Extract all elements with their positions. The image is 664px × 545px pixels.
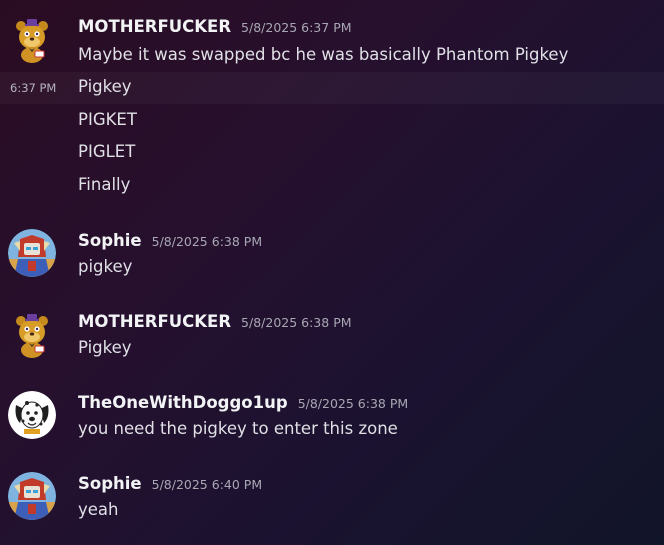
- message-line[interactable]: 6:37 PM Pigkey: [0, 72, 664, 104]
- message-text: you need the pigkey to enter this zone: [78, 419, 398, 438]
- username[interactable]: MOTHERFUCKER: [78, 17, 231, 36]
- message-text: Maybe it was swapped bc he was basically…: [78, 45, 569, 64]
- message-line[interactable]: you need the pigkey to enter this zone: [0, 414, 664, 446]
- message-line[interactable]: Finally: [0, 170, 664, 202]
- message-line[interactable]: yeah: [0, 495, 664, 527]
- username[interactable]: Sophie: [78, 231, 142, 250]
- message-timestamp[interactable]: 5/8/2025 6:37 PM: [241, 20, 351, 35]
- message-header: MOTHERFUCKER 5/8/2025 6:38 PM: [78, 312, 352, 334]
- message-text: yeah: [78, 500, 119, 519]
- message-line[interactable]: Pigkey: [0, 333, 664, 365]
- message-timestamp[interactable]: 5/8/2025 6:40 PM: [152, 477, 262, 492]
- message-header: TheOneWithDoggo1up 5/8/2025 6:38 PM: [78, 393, 408, 415]
- message-text: Finally: [78, 175, 131, 194]
- message-header: Sophie 5/8/2025 6:40 PM: [78, 474, 262, 496]
- message-line[interactable]: Maybe it was swapped bc he was basically…: [0, 40, 664, 72]
- username[interactable]: Sophie: [78, 474, 142, 493]
- message-header: Sophie 5/8/2025 6:38 PM: [78, 231, 262, 253]
- message-text: PIGLET: [78, 142, 136, 161]
- message-timestamp[interactable]: 5/8/2025 6:38 PM: [241, 315, 351, 330]
- message-text: Pigkey: [78, 338, 132, 357]
- message-header: MOTHERFUCKER 5/8/2025 6:37 PM: [78, 17, 352, 39]
- message-line[interactable]: PIGKET: [0, 105, 664, 137]
- message-timestamp[interactable]: 5/8/2025 6:38 PM: [152, 234, 262, 249]
- message-line[interactable]: pigkey: [0, 252, 664, 284]
- username[interactable]: TheOneWithDoggo1up: [78, 393, 288, 412]
- message-line[interactable]: PIGLET: [0, 137, 664, 169]
- username[interactable]: MOTHERFUCKER: [78, 312, 231, 331]
- message-text: pigkey: [78, 257, 133, 276]
- message-text: PIGKET: [78, 110, 137, 129]
- hover-timestamp[interactable]: 6:37 PM: [10, 81, 56, 95]
- message-text: Pigkey: [78, 77, 132, 96]
- message-timestamp[interactable]: 5/8/2025 6:38 PM: [298, 396, 408, 411]
